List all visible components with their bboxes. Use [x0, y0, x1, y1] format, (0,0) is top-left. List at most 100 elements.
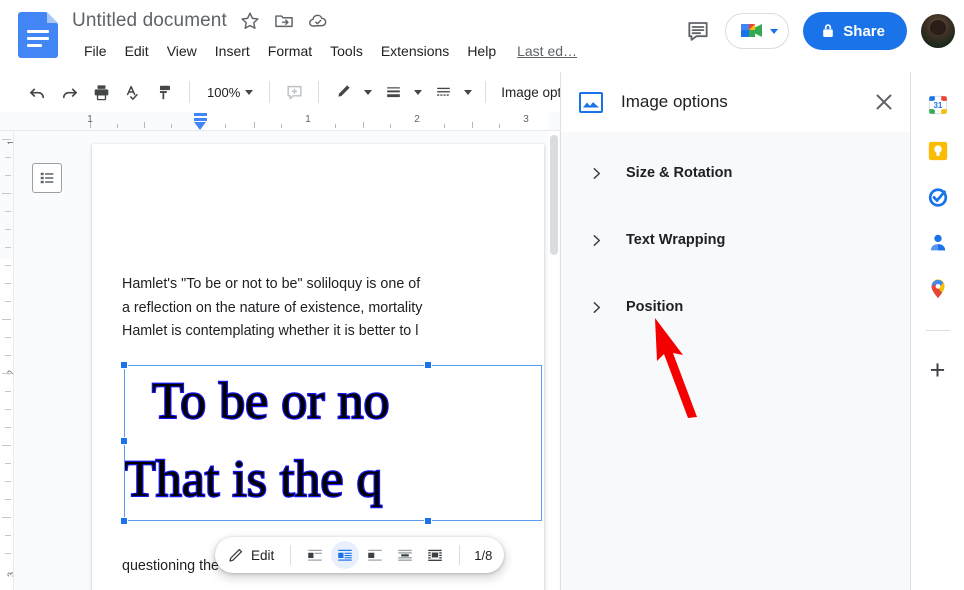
spellcheck-button[interactable]: [118, 77, 148, 107]
header-actions: Share: [685, 12, 955, 50]
add-comment-button[interactable]: [279, 77, 309, 107]
cloud-saved-icon[interactable]: [307, 10, 329, 32]
border-dash-icon: [436, 87, 450, 96]
break-text-button[interactable]: [361, 541, 389, 569]
rail-divider: [925, 330, 950, 331]
close-icon[interactable]: [871, 89, 897, 115]
document-scrollbar[interactable]: [548, 131, 559, 590]
break-text-icon: [368, 549, 383, 561]
edit-image-button[interactable]: Edit: [227, 547, 280, 564]
border-weight-icon: [386, 86, 400, 97]
svg-text:31: 31: [933, 101, 942, 110]
document-canvas[interactable]: Hamlet's "To be or not to be" soliloquy …: [14, 131, 560, 590]
document-outline-icon: [40, 172, 54, 184]
left-indent-marker[interactable]: [194, 113, 207, 130]
resize-handle-top-right[interactable]: [424, 361, 432, 369]
google-keep-icon[interactable]: [927, 140, 949, 162]
horizontal-ruler[interactable]: 1 1 2 3: [0, 112, 560, 131]
toolbar-divider: [485, 81, 487, 103]
edit-label: Edit: [251, 547, 275, 563]
google-meet-button[interactable]: [725, 13, 790, 49]
border-color-icon: [338, 85, 350, 97]
star-icon[interactable]: [239, 10, 261, 32]
comment-history-icon[interactable]: [685, 18, 711, 44]
undo-icon: [29, 88, 44, 98]
border-weight-dropdown[interactable]: [410, 77, 426, 107]
redo-button[interactable]: [54, 77, 84, 107]
google-calendar-icon[interactable]: 31: [927, 94, 949, 116]
image-margin-value[interactable]: 1/8: [470, 548, 492, 563]
pencil-icon: [229, 548, 243, 562]
wrap-text-button[interactable]: [331, 541, 360, 569]
menu-edit[interactable]: Edit: [116, 41, 158, 61]
google-contacts-icon[interactable]: [927, 232, 949, 254]
panel-body: Size & Rotation Text Wrapping Position: [561, 132, 911, 590]
print-button[interactable]: [86, 77, 116, 107]
google-meet-icon: [741, 24, 763, 37]
paint-format-button[interactable]: [150, 77, 180, 107]
menu-view[interactable]: View: [158, 41, 206, 61]
toolbar-divider: [189, 81, 190, 103]
zoom-value: 100%: [207, 84, 241, 100]
share-button[interactable]: Share: [803, 12, 907, 50]
section-label: Text Wrapping: [626, 232, 726, 248]
google-docs-window: Untitled document File Edit View Insert …: [0, 0, 964, 590]
avatar[interactable]: [921, 14, 955, 48]
wrap-text-icon: [338, 549, 353, 561]
zoom-selector[interactable]: 100%: [199, 78, 260, 106]
in-front-of-text-button[interactable]: [421, 541, 449, 569]
menu-extensions[interactable]: Extensions: [372, 41, 458, 61]
menu-format[interactable]: Format: [259, 41, 321, 61]
border-color-button[interactable]: [328, 77, 358, 107]
chevron-down-icon[interactable]: [770, 28, 779, 34]
wordart-line: To be or no: [151, 372, 391, 431]
inline-with-text-icon: [308, 549, 323, 561]
redo-icon: [62, 88, 77, 98]
chevron-down-icon: [364, 89, 373, 95]
inline-with-text-button[interactable]: [301, 541, 329, 569]
add-comment-icon: [287, 85, 302, 99]
border-color-dropdown[interactable]: [360, 77, 376, 107]
google-docs-icon[interactable]: [18, 12, 58, 58]
resize-handle-top-left[interactable]: [120, 361, 128, 369]
google-tasks-icon[interactable]: [927, 186, 949, 208]
behind-text-button[interactable]: [391, 541, 419, 569]
toolbar-divider: [290, 545, 292, 565]
selected-wordart-image[interactable]: To be or no That is the q: [124, 363, 544, 521]
undo-button[interactable]: [22, 77, 52, 107]
google-maps-icon[interactable]: [927, 278, 949, 300]
paragraph-line: Hamlet's "To be or not to be" soliloquy …: [122, 276, 421, 292]
spellcheck-icon: [126, 85, 138, 100]
side-apps-rail: 31 +: [910, 72, 964, 590]
chevron-right-icon: [593, 301, 601, 313]
title-row: Untitled document: [72, 10, 329, 32]
menu-help[interactable]: Help: [458, 41, 505, 61]
section-position[interactable]: Position: [561, 290, 911, 324]
menu-file[interactable]: File: [75, 41, 116, 61]
resize-handle-middle-left[interactable]: [120, 437, 128, 445]
chevron-down-icon: [245, 89, 254, 95]
toolbar-divider: [318, 81, 320, 103]
section-text-wrapping[interactable]: Text Wrapping: [561, 223, 911, 257]
border-dash-dropdown[interactable]: [460, 77, 476, 107]
image-options-panel: Image options Size & Rotation Text Wrapp…: [560, 72, 911, 590]
last-edit-link[interactable]: Last ed…: [517, 43, 577, 59]
panel-title: Image options: [621, 92, 728, 111]
wordart-line: That is the q: [124, 450, 384, 509]
share-label: Share: [843, 22, 885, 40]
document-outline-button[interactable]: [32, 163, 62, 193]
lock-icon: [823, 24, 834, 37]
add-addon-button[interactable]: +: [930, 357, 946, 384]
app-header: Untitled document File Edit View Insert …: [0, 0, 964, 72]
menu-insert[interactable]: Insert: [206, 41, 259, 61]
scrollbar-thumb[interactable]: [550, 135, 558, 255]
move-to-folder-icon[interactable]: [273, 10, 295, 32]
section-size-and-rotation[interactable]: Size & Rotation: [561, 156, 911, 190]
resize-handle-bottom-left[interactable]: [120, 517, 128, 525]
border-weight-button[interactable]: [378, 77, 408, 107]
document-paragraph[interactable]: Hamlet's "To be or not to be" soliloquy …: [122, 273, 542, 344]
border-dash-button[interactable]: [428, 77, 458, 107]
document-title[interactable]: Untitled document: [72, 10, 227, 32]
resize-handle-bottom-right[interactable]: [424, 517, 432, 525]
menu-tools[interactable]: Tools: [321, 41, 372, 61]
